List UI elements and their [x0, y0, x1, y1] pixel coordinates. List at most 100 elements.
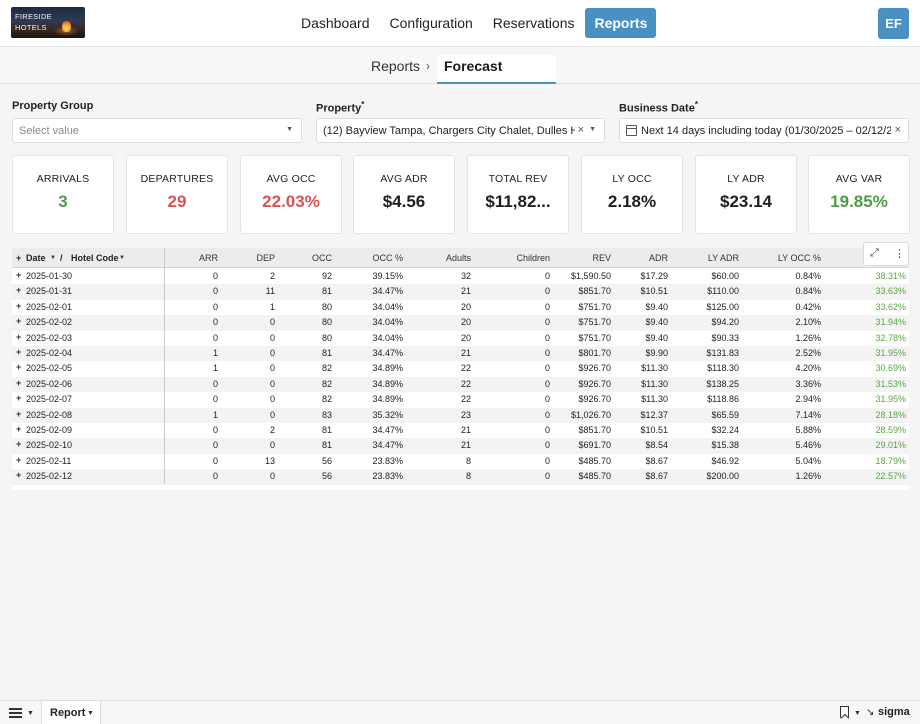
header-ly-occ[interactable]: LY OCC % [778, 253, 821, 263]
kpi-card-departures[interactable]: DEPARTURES 29 [126, 155, 228, 234]
cell-value: 0 [212, 286, 218, 297]
clear-icon[interactable]: × [578, 124, 584, 136]
breadcrumb-forecast[interactable]: Forecast [444, 58, 502, 74]
header-hotel-code[interactable]: Hotel Code [71, 253, 119, 263]
table-row[interactable]: +2025-02-06 0 0 82 34.89% 22 0 $926.70 $11.30 $13… [12, 376, 909, 393]
bookmark-caret-icon[interactable]: ▼ [854, 710, 861, 717]
property-group-select[interactable]: Select value ▼ [12, 118, 302, 143]
bookmark-icon[interactable] [840, 706, 849, 718]
cell-value: 80 [321, 301, 332, 312]
expand-icon[interactable]: ⤢ [870, 247, 879, 260]
nav-dashboard[interactable]: Dashboard [292, 8, 379, 38]
property-label-text: Property [316, 102, 362, 115]
cell-value: 20 [460, 332, 471, 343]
header-arr[interactable]: ARR [199, 253, 218, 263]
kpi-value: 2.18% [607, 192, 657, 211]
kpi-label: DEPARTURES [140, 173, 214, 185]
cell-value: $138.25 [706, 378, 739, 389]
cell-value: $9.40 [645, 332, 668, 343]
more-options-icon[interactable]: ⋮ [894, 247, 905, 260]
expand-row-icon[interactable]: + [16, 316, 21, 326]
cell-value: 23.83% [372, 471, 403, 482]
table-row[interactable]: +2025-02-05 1 0 82 34.89% 22 0 $926.70 $11.30 $11… [12, 361, 909, 376]
expand-row-icon[interactable]: + [16, 393, 21, 403]
header-ly-adr[interactable]: LY ADR [708, 253, 739, 263]
nav-reports[interactable]: Reports [585, 8, 657, 38]
page-tab-report[interactable]: Report ▼ [41, 701, 101, 724]
nav-reservations[interactable]: Reservations [484, 8, 584, 38]
cell-value: 1 [269, 301, 275, 312]
property-label: Property* [316, 100, 364, 115]
menu-icon[interactable] [9, 708, 22, 718]
cell-value: $46.92 [711, 455, 739, 466]
breadcrumb-reports[interactable]: Reports [371, 58, 420, 74]
cell-value: 81 [321, 425, 332, 435]
kpi-card-ly-occ[interactable]: LY OCC 2.18% [581, 155, 683, 234]
expand-row-icon[interactable]: + [16, 378, 21, 388]
cell-value: 81 [321, 440, 332, 451]
header-adults[interactable]: Adults [446, 253, 471, 263]
kpi-card-avg-var[interactable]: AVG VAR 19.85% [808, 155, 910, 234]
nav-configuration[interactable]: Configuration [381, 8, 482, 38]
property-select[interactable]: (12) Bayview Tampa, Chargers City Chalet… [316, 118, 605, 143]
expand-row-icon[interactable]: + [16, 285, 21, 295]
expand-row-icon[interactable]: + [16, 470, 21, 480]
kpi-label: LY OCC [612, 173, 652, 185]
table-row[interactable]: +2025-02-09 0 2 81 34.47% 21 0 $851.70 $10.51 $32… [12, 423, 909, 438]
sort-caret-icon[interactable]: ▼ [119, 255, 125, 261]
forecast-table[interactable]: + Date ▼ / Hotel Code ▼ ARR DEP OCC OCC % Ad… [12, 248, 909, 490]
header-date[interactable]: Date [26, 253, 46, 263]
fireside-hotels-logo[interactable]: FIRESIDE HOTELS [11, 7, 85, 38]
expand-row-icon[interactable]: + [16, 270, 21, 280]
table-row[interactable]: +2025-02-08 1 0 83 35.32% 23 0 $1,026.70 $12.37 $… [12, 407, 909, 423]
expand-row-icon[interactable]: + [16, 332, 21, 342]
table-row[interactable]: +2025-02-03 0 0 80 34.04% 20 0 $751.70 $9.40 $90.… [12, 331, 909, 346]
expand-row-icon[interactable]: + [16, 347, 21, 357]
cell-value: 34.89% [372, 394, 403, 405]
sort-caret-icon[interactable]: ▼ [50, 255, 56, 261]
header-children[interactable]: Children [516, 253, 550, 263]
expand-row-icon[interactable]: + [16, 362, 21, 372]
header-adr[interactable]: ADR [649, 253, 668, 263]
cell-value: 0 [212, 317, 218, 328]
table-row[interactable]: +2025-01-30 0 2 92 39.15% 32 0 $1,590.50 $17.29 $… [12, 269, 909, 284]
expand-all-icon[interactable]: + [16, 253, 21, 263]
cell-value: 34.47% [372, 286, 403, 297]
kpi-card-total-rev[interactable]: TOTAL REV $11,82... [467, 155, 569, 234]
table-tools: ⤢ ⋮ [863, 242, 909, 266]
expand-row-icon[interactable]: + [16, 409, 21, 419]
table-row[interactable]: +2025-02-07 0 0 82 34.89% 22 0 $926.70 $11.30 $11… [12, 392, 909, 407]
table-row[interactable]: +2025-02-02 0 0 80 34.04% 20 0 $751.70 $9.40 $94.… [12, 315, 909, 331]
kpi-card-avg-adr[interactable]: AVG ADR $4.56 [353, 155, 455, 234]
cell-value: 34.47% [372, 440, 403, 451]
user-avatar[interactable]: EF [878, 8, 909, 39]
expand-row-icon[interactable]: + [16, 424, 21, 434]
cell-value: 0 [544, 301, 550, 312]
table-row[interactable]: +2025-02-12 0 0 56 23.83% 8 0 $485.70 $8.67 $200.… [12, 469, 909, 485]
cell-value: $751.70 [578, 301, 611, 312]
cell-value: 56 [321, 471, 332, 482]
expand-row-icon[interactable]: + [16, 301, 21, 311]
kpi-card-arrivals[interactable]: ARRIVALS 3 [12, 155, 114, 234]
table-row[interactable]: +2025-02-01 0 1 80 34.04% 20 0 $751.70 $9.40 $125… [12, 300, 909, 315]
table-row[interactable]: +2025-02-10 0 0 81 34.47% 21 0 $691.70 $8.54 $15.… [12, 438, 909, 454]
kpi-value: $11,82... [485, 192, 551, 211]
cell-value: $65.59 [711, 409, 739, 420]
kpi-card-avg-occ[interactable]: AVG OCC 22.03% [240, 155, 342, 234]
cell-value: 23.83% [372, 455, 403, 466]
table-row[interactable]: +2025-02-11 0 13 56 23.83% 8 0 $485.70 $8.67 $46.… [12, 454, 909, 469]
clear-icon[interactable]: × [895, 124, 901, 136]
header-dep[interactable]: DEP [256, 253, 275, 263]
header-occ[interactable]: OCC % [372, 253, 403, 263]
header-rev[interactable]: REV [592, 253, 611, 263]
table-row[interactable]: +2025-02-04 1 0 81 34.47% 21 0 $801.70 $9.90 $131… [12, 346, 909, 362]
expand-row-icon[interactable]: + [16, 455, 21, 465]
page-tab-caret-icon[interactable]: ▼ [87, 710, 94, 717]
expand-row-icon[interactable]: + [16, 439, 21, 449]
table-row[interactable]: +2025-01-31 0 11 81 34.47% 21 0 $851.70 $10.51 $1… [12, 284, 909, 300]
header-occ[interactable]: OCC [312, 253, 332, 263]
menu-caret-icon[interactable]: ▼ [27, 710, 34, 717]
business-date-select[interactable]: Next 14 days including today (01/30/2025… [619, 118, 909, 143]
kpi-card-ly-adr[interactable]: LY ADR $23.14 [695, 155, 797, 234]
cell-value: 1 [212, 348, 218, 358]
